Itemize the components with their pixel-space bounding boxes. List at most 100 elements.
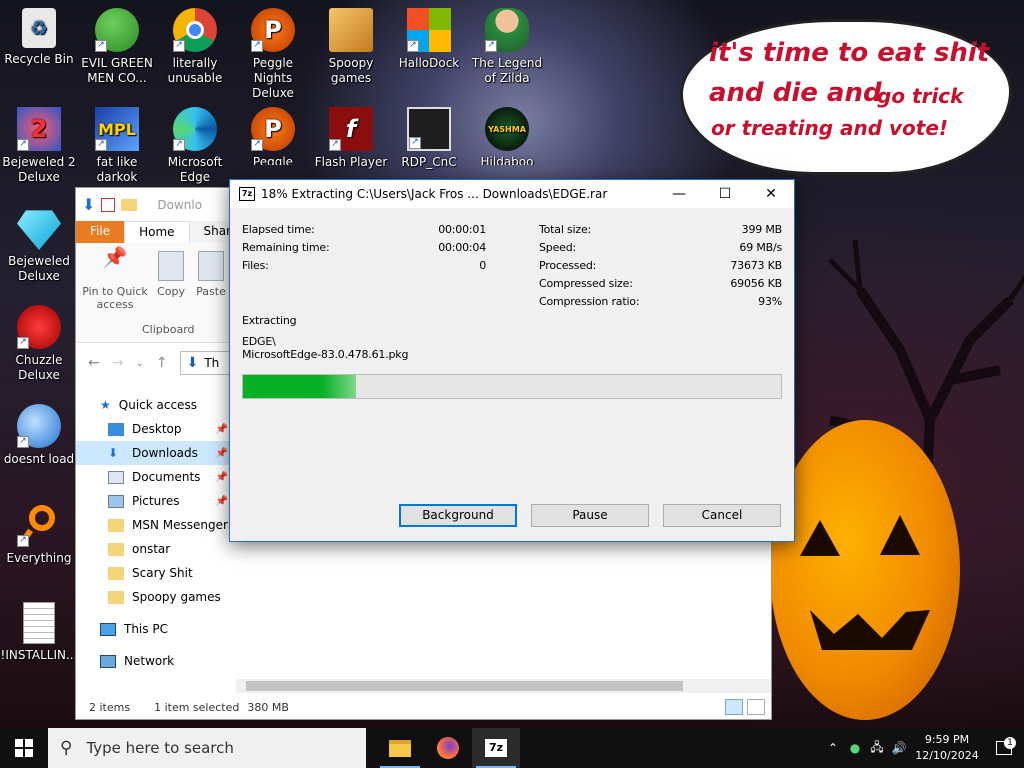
chuzzle-icon: ↗ (17, 305, 61, 349)
clock[interactable]: 9:59 PM 12/10/2024 (910, 732, 984, 764)
nav-network[interactable]: Network (76, 649, 236, 673)
scrollbar-thumb[interactable] (246, 681, 683, 691)
pin-icon: 📌 (102, 245, 128, 269)
nav-msn-messenger[interactable]: MSN Messenger (76, 513, 236, 537)
pin-to-quick-access-button[interactable]: 📌 Pin to Quick access (82, 245, 148, 311)
nav-pictures[interactable]: Pictures 📌 (76, 489, 236, 513)
compressed-size-value: 69056 KB (730, 277, 782, 290)
yashma-icon: YASHMA (485, 107, 529, 151)
new-folder-icon[interactable] (121, 198, 138, 211)
desktop-icon-peggle-world[interactable]: P↗ Peggle World of Warcraft (234, 107, 312, 165)
bubble-line1: it's time to eat shit (709, 38, 990, 68)
compression-ratio-label: Compression ratio: (539, 295, 640, 308)
nav-onstar[interactable]: onstar (76, 537, 236, 561)
taskbar-firefox[interactable] (424, 728, 472, 768)
desktop-icon-recycle-bin[interactable]: ♻ Recycle Bin (0, 8, 78, 67)
notifications-button[interactable]: 1 (984, 737, 1024, 755)
clipboard-group-label: Clipboard (142, 323, 195, 336)
background-button[interactable]: Background (399, 504, 517, 527)
desktop-icon-spoopy-games[interactable]: Spoopy games (312, 8, 390, 86)
nav-downloads[interactable]: ⬇ Downloads 📌 (76, 441, 236, 465)
recent-chevron-icon[interactable]: ⌄ (135, 358, 143, 369)
desktop-icon-flash-player[interactable]: f ↗ Flash Player (312, 107, 390, 170)
details-view-icon[interactable] (725, 699, 743, 715)
nav-scary-shit[interactable]: Scary Shit (76, 561, 236, 585)
up-arrow-icon[interactable]: ↑ (156, 355, 168, 371)
windows-start-icon (15, 739, 33, 757)
dialog-titlebar[interactable]: 7z 18% Extracting C:\Users\Jack Fros ...… (230, 180, 794, 208)
desktop-icon-doesnt-load[interactable]: ↗ doesnt load (0, 404, 78, 467)
nav-documents[interactable]: Documents 📌 (76, 465, 236, 489)
bubble-line2b: go trick (877, 84, 964, 108)
desktop-icon-legend-of-zilda[interactable]: ↗ The Legend of Zilda (468, 8, 546, 86)
desktop-icon-chuzzle-deluxe[interactable]: ↗ Chuzzle Deluxe (0, 305, 78, 383)
peggle-icon: P ↗ (251, 107, 295, 151)
speed-value: 69 MB/s (739, 241, 782, 254)
desktop-icon-hallodock[interactable]: ↗ HalloDock (390, 8, 468, 71)
files-label: Files: (242, 259, 269, 272)
show-hidden-icons-chevron-icon[interactable]: ⌃ (822, 741, 844, 755)
tab-home[interactable]: Home (124, 221, 190, 243)
pinned-icon: 📌 (215, 471, 228, 483)
horizontal-scrollbar[interactable] (236, 679, 771, 693)
clock-date: 12/10/2024 (915, 749, 979, 762)
extract-progress-dialog[interactable]: 7z 18% Extracting C:\Users\Jack Fros ...… (229, 179, 795, 542)
extracting-label: Extracting (242, 314, 297, 327)
desktop-icon-rdp-cnc[interactable]: ↗ RDP_CnC (390, 107, 468, 170)
mpl-icon: MPL ↗ (95, 107, 139, 151)
desktop-icon-hildaboo[interactable]: YASHMA Hildaboo (468, 107, 546, 165)
desktop-icon-everything[interactable]: ↗ Everything (0, 503, 78, 566)
network-icon[interactable]: 🖧 (866, 738, 888, 759)
pinned-icon: 📌 (215, 423, 228, 435)
bubble-line2a: and die and (709, 78, 882, 108)
remaining-value: 00:00:04 (438, 241, 486, 254)
back-arrow-icon[interactable]: ← (88, 355, 100, 371)
desktop-icon-peggle-nights[interactable]: P ↗ Peggle Nights Deluxe (234, 8, 312, 101)
desktop-icon-bejeweled-deluxe[interactable]: Bejeweled Deluxe (0, 206, 78, 284)
desktop-icon-fat-like-darkok[interactable]: MPL ↗ fat like darkok (78, 107, 156, 185)
copy-button[interactable]: Copy (154, 251, 188, 298)
minimize-button[interactable]: — (656, 180, 702, 208)
bubble-line3: or treating and vote! (711, 116, 949, 140)
files-value: 0 (479, 259, 486, 272)
paste-button[interactable]: Paste (194, 251, 228, 298)
nav-spoopy-games[interactable]: Spoopy games (76, 585, 236, 609)
nav-this-pc[interactable]: This PC (76, 617, 236, 641)
pumpkin-image (770, 420, 960, 720)
properties-icon[interactable] (101, 197, 116, 212)
diamond-icon (17, 210, 61, 250)
maximize-button[interactable]: ☐ (702, 180, 748, 208)
desktop-icon-bejeweled-2[interactable]: 2 ↗ Bejeweled 2 Deluxe (0, 107, 78, 185)
tab-file[interactable]: File (76, 221, 125, 243)
volume-icon[interactable]: 🔊 (888, 741, 910, 755)
computer-icon (100, 622, 116, 636)
nav-quick-access[interactable]: ★ Quick access (76, 393, 236, 417)
close-button[interactable]: ✕ (748, 180, 794, 208)
taskbar-file-explorer[interactable] (376, 728, 424, 768)
desktop-icon-installing[interactable]: !INSTALLIN... (0, 602, 78, 663)
folder-icon (389, 739, 411, 757)
cancel-button[interactable]: Cancel (663, 504, 781, 527)
peggle-icon: P ↗ (251, 8, 295, 52)
taskbar-search-box[interactable]: ⚲ Type here to search (48, 728, 366, 768)
view-toggle (725, 699, 765, 715)
nav-desktop[interactable]: Desktop 📌 (76, 417, 236, 441)
status-selected: 1 item selected (154, 700, 240, 714)
text-file-icon (23, 602, 55, 644)
desktop-folder-icon (108, 422, 124, 436)
notification-count: 1 (1004, 737, 1016, 749)
folder-icon (108, 566, 124, 580)
pause-button[interactable]: Pause (531, 504, 649, 527)
current-file: MicrosoftEdge-83.0.478.61.pkg (242, 348, 409, 361)
desktop-icon-evil-green-men[interactable]: ↗ EVIL GREEN MEN CO... (78, 8, 156, 86)
user-people-icon[interactable]: ● (844, 741, 866, 755)
network-icon (100, 654, 116, 668)
large-icons-view-icon[interactable] (747, 699, 765, 715)
taskbar-7zip[interactable]: 7z (472, 728, 520, 768)
desktop-icon-literally-unusable[interactable]: ↗ literally unusable (156, 8, 234, 86)
forward-arrow-icon[interactable]: → (112, 355, 124, 371)
start-button[interactable] (0, 728, 48, 768)
desktop-icon-microsoft-edge[interactable]: ↗ Microsoft Edge (156, 107, 234, 185)
bejeweled2-icon: 2 ↗ (17, 107, 61, 151)
navigation-pane: ★ Quick access Desktop 📌 ⬇ Downloads 📌 Docum… (76, 393, 236, 673)
